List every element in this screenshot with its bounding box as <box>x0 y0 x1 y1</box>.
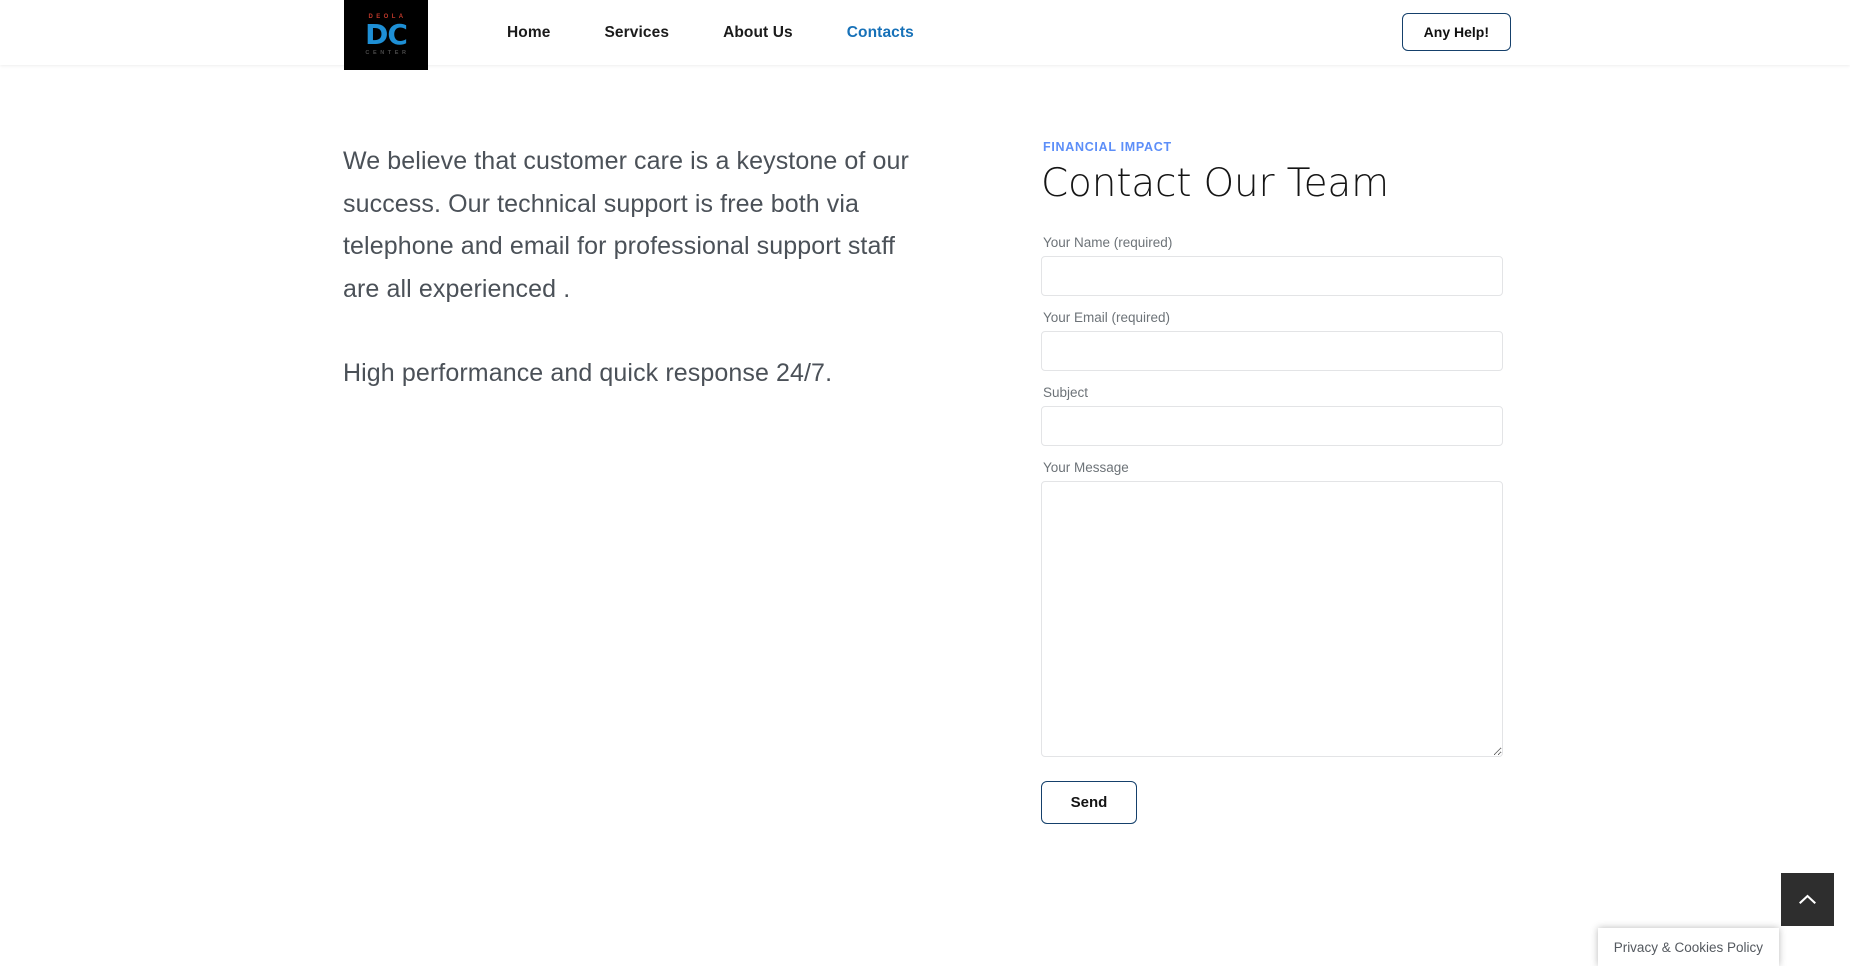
section-eyebrow: FINANCIAL IMPACT <box>1043 140 1506 154</box>
field-group-subject: Subject <box>1041 385 1506 446</box>
chevron-up-icon <box>1799 894 1816 905</box>
privacy-cookies-policy-label: Privacy & Cookies Policy <box>1614 940 1763 955</box>
input-your-name[interactable] <box>1041 256 1503 296</box>
field-group-message: Your Message <box>1041 460 1506 757</box>
nav-item-about-us[interactable]: About Us <box>696 24 820 42</box>
site-logo[interactable]: Deola DC Center <box>344 0 428 70</box>
contact-form-column: FINANCIAL IMPACT Contact Our Team Your N… <box>1041 140 1506 824</box>
input-your-email[interactable] <box>1041 331 1503 371</box>
nav-item-contacts[interactable]: Contacts <box>820 24 941 42</box>
nav-item-home[interactable]: Home <box>480 24 577 42</box>
intro-paragraph-2: High performance and quick response 24/7… <box>343 352 923 395</box>
page-title: Contact Our Team <box>1041 162 1506 207</box>
site-header: Deola DC Center Home Services About Us C… <box>0 0 1850 65</box>
logo-bottom-text: Center <box>365 51 409 57</box>
logo-main-text: DC <box>365 21 407 49</box>
intro-paragraph-1: We believe that customer care is a keyst… <box>343 140 923 310</box>
field-group-name: Your Name (required) <box>1041 235 1506 296</box>
page-body: We believe that customer care is a keyst… <box>0 65 1850 966</box>
label-subject: Subject <box>1043 385 1506 400</box>
label-your-email: Your Email (required) <box>1043 310 1506 325</box>
send-button[interactable]: Send <box>1041 781 1137 824</box>
input-subject[interactable] <box>1041 406 1503 446</box>
main-navigation: Home Services About Us Contacts <box>480 0 941 65</box>
contact-form: Your Name (required) Your Email (require… <box>1041 235 1506 824</box>
header-inner: Deola DC Center Home Services About Us C… <box>0 0 1850 65</box>
label-your-name: Your Name (required) <box>1043 235 1506 250</box>
any-help-button[interactable]: Any Help! <box>1402 13 1511 51</box>
privacy-cookies-policy-toast[interactable]: Privacy & Cookies Policy <box>1598 928 1779 966</box>
scroll-to-top-button[interactable] <box>1781 873 1834 926</box>
input-your-message[interactable] <box>1041 481 1503 757</box>
label-your-message: Your Message <box>1043 460 1506 475</box>
field-group-email: Your Email (required) <box>1041 310 1506 371</box>
intro-text-column: We believe that customer care is a keyst… <box>343 140 923 395</box>
nav-item-services[interactable]: Services <box>577 24 696 42</box>
